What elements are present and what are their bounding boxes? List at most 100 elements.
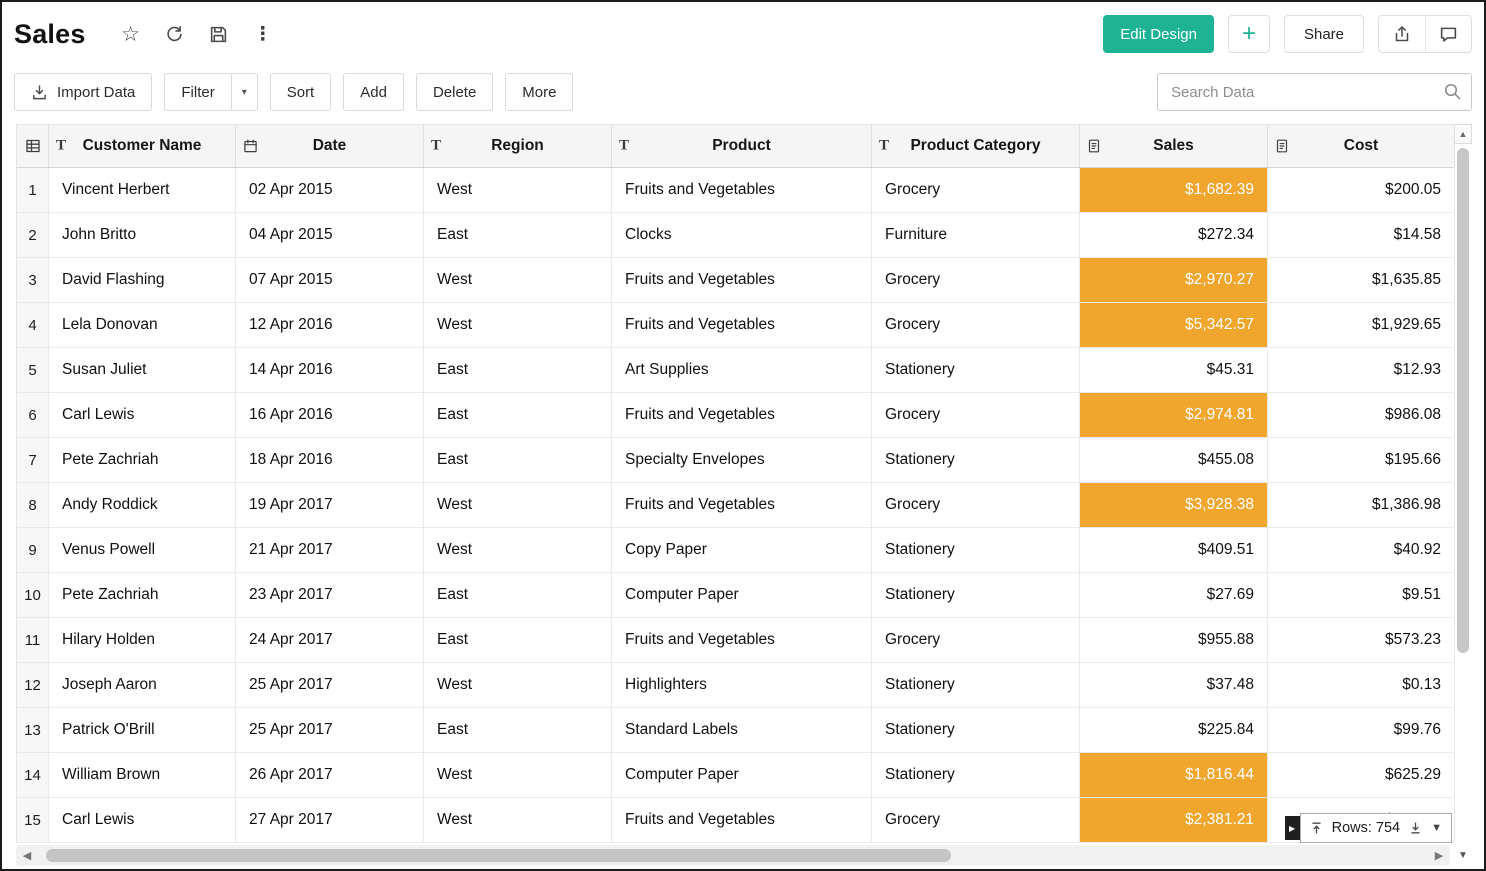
scroll-right-arrow[interactable]: ▶: [1428, 849, 1450, 862]
filter-button[interactable]: Filter: [164, 73, 231, 111]
cell-product-category[interactable]: Furniture: [872, 213, 1080, 257]
cell-cost[interactable]: $625.29: [1268, 753, 1455, 797]
cell-sales[interactable]: $5,342.57: [1080, 303, 1268, 347]
cell-region[interactable]: West: [424, 303, 612, 347]
cell-customer-name[interactable]: Vincent Herbert: [49, 168, 236, 212]
cell-sales[interactable]: $1,816.44: [1080, 753, 1268, 797]
cell-customer-name[interactable]: Andy Roddick: [49, 483, 236, 527]
vertical-scroll-thumb[interactable]: [1457, 148, 1469, 653]
favorite-star-icon[interactable]: ☆: [120, 23, 142, 45]
cell-customer-name[interactable]: David Flashing: [49, 258, 236, 302]
cell-date[interactable]: 21 Apr 2017: [236, 528, 424, 572]
cell-customer-name[interactable]: Susan Juliet: [49, 348, 236, 392]
row-number-cell[interactable]: 9: [17, 528, 49, 572]
cell-cost[interactable]: $40.92: [1268, 528, 1455, 572]
search-icon[interactable]: [1443, 82, 1462, 106]
cell-product[interactable]: Standard Labels: [612, 708, 872, 752]
row-number-cell[interactable]: 8: [17, 483, 49, 527]
cell-date[interactable]: 12 Apr 2016: [236, 303, 424, 347]
go-to-last-row-icon[interactable]: [1409, 821, 1422, 835]
cell-product[interactable]: Art Supplies: [612, 348, 872, 392]
cell-customer-name[interactable]: Lela Donovan: [49, 303, 236, 347]
cell-sales[interactable]: $37.48: [1080, 663, 1268, 707]
row-number-cell[interactable]: 1: [17, 168, 49, 212]
column-header-cost[interactable]: Cost: [1268, 125, 1455, 167]
cell-region[interactable]: East: [424, 393, 612, 437]
cell-date[interactable]: 25 Apr 2017: [236, 663, 424, 707]
cell-product-category[interactable]: Stationery: [872, 528, 1080, 572]
cell-product-category[interactable]: Grocery: [872, 798, 1080, 842]
rows-dropdown-chevron-icon[interactable]: ▼: [1431, 822, 1442, 834]
cell-sales[interactable]: $3,928.38: [1080, 483, 1268, 527]
cell-region[interactable]: West: [424, 798, 612, 842]
cell-sales[interactable]: $1,682.39: [1080, 168, 1268, 212]
cell-region[interactable]: West: [424, 168, 612, 212]
row-number-header[interactable]: [17, 125, 49, 167]
cell-product[interactable]: Fruits and Vegetables: [612, 168, 872, 212]
table-row[interactable]: 5Susan Juliet14 Apr 2016EastArt Supplies…: [17, 348, 1454, 393]
row-number-cell[interactable]: 5: [17, 348, 49, 392]
column-header-customer-name[interactable]: T Customer Name: [49, 125, 236, 167]
table-row[interactable]: 12Joseph Aaron25 Apr 2017WestHighlighter…: [17, 663, 1454, 708]
cell-product-category[interactable]: Grocery: [872, 618, 1080, 662]
add-new-button[interactable]: +: [1228, 15, 1270, 53]
cell-customer-name[interactable]: Hilary Holden: [49, 618, 236, 662]
cell-customer-name[interactable]: Pete Zachriah: [49, 438, 236, 482]
table-row[interactable]: 3David Flashing07 Apr 2015WestFruits and…: [17, 258, 1454, 303]
cell-region[interactable]: West: [424, 528, 612, 572]
cell-product[interactable]: Computer Paper: [612, 753, 872, 797]
search-input[interactable]: [1157, 73, 1472, 111]
cell-sales[interactable]: $2,381.21: [1080, 798, 1268, 842]
horizontal-scroll-thumb[interactable]: [46, 849, 951, 862]
table-row[interactable]: 7Pete Zachriah18 Apr 2016EastSpecialty E…: [17, 438, 1454, 483]
cell-region[interactable]: East: [424, 618, 612, 662]
cell-sales[interactable]: $455.08: [1080, 438, 1268, 482]
cell-product-category[interactable]: Stationery: [872, 348, 1080, 392]
cell-sales[interactable]: $2,974.81: [1080, 393, 1268, 437]
scroll-left-arrow[interactable]: ◀: [16, 849, 38, 862]
scroll-down-arrow[interactable]: ▼: [1454, 845, 1472, 866]
cell-product[interactable]: Computer Paper: [612, 573, 872, 617]
cell-product-category[interactable]: Stationery: [872, 708, 1080, 752]
cell-sales[interactable]: $955.88: [1080, 618, 1268, 662]
cell-sales[interactable]: $225.84: [1080, 708, 1268, 752]
cell-date[interactable]: 25 Apr 2017: [236, 708, 424, 752]
vertical-scrollbar[interactable]: ▲: [1454, 124, 1472, 843]
cell-sales[interactable]: $272.34: [1080, 213, 1268, 257]
add-button[interactable]: Add: [343, 73, 404, 111]
cell-date[interactable]: 24 Apr 2017: [236, 618, 424, 662]
table-row[interactable]: 10Pete Zachriah23 Apr 2017EastComputer P…: [17, 573, 1454, 618]
cell-region[interactable]: East: [424, 348, 612, 392]
row-number-cell[interactable]: 7: [17, 438, 49, 482]
cell-customer-name[interactable]: Carl Lewis: [49, 393, 236, 437]
cell-cost[interactable]: $14.58: [1268, 213, 1455, 257]
table-row[interactable]: 4Lela Donovan12 Apr 2016WestFruits and V…: [17, 303, 1454, 348]
cell-cost[interactable]: $99.76: [1268, 708, 1455, 752]
table-row[interactable]: 1Vincent Herbert02 Apr 2015WestFruits an…: [17, 168, 1454, 213]
cell-product-category[interactable]: Stationery: [872, 663, 1080, 707]
cell-cost[interactable]: $1,635.85: [1268, 258, 1455, 302]
cell-product-category[interactable]: Grocery: [872, 258, 1080, 302]
cell-region[interactable]: West: [424, 663, 612, 707]
table-row[interactable]: 8Andy Roddick19 Apr 2017WestFruits and V…: [17, 483, 1454, 528]
cell-cost[interactable]: $1,386.98: [1268, 483, 1455, 527]
collapse-navigator-tab[interactable]: ▶: [1285, 816, 1300, 840]
filter-dropdown-arrow[interactable]: ▾: [232, 73, 258, 111]
table-row[interactable]: 11Hilary Holden24 Apr 2017EastFruits and…: [17, 618, 1454, 663]
cell-product[interactable]: Fruits and Vegetables: [612, 798, 872, 842]
cell-customer-name[interactable]: Joseph Aaron: [49, 663, 236, 707]
cell-product[interactable]: Highlighters: [612, 663, 872, 707]
import-data-button[interactable]: Import Data: [14, 73, 152, 111]
cell-product[interactable]: Fruits and Vegetables: [612, 393, 872, 437]
row-number-cell[interactable]: 6: [17, 393, 49, 437]
cell-product[interactable]: Specialty Envelopes: [612, 438, 872, 482]
go-to-first-row-icon[interactable]: [1310, 821, 1323, 835]
cell-region[interactable]: West: [424, 753, 612, 797]
cell-region[interactable]: East: [424, 573, 612, 617]
cell-product[interactable]: Copy Paper: [612, 528, 872, 572]
cell-date[interactable]: 26 Apr 2017: [236, 753, 424, 797]
cell-customer-name[interactable]: John Britto: [49, 213, 236, 257]
column-header-product-category[interactable]: T Product Category: [872, 125, 1080, 167]
horizontal-scrollbar[interactable]: ◀ ▶: [16, 845, 1450, 866]
cell-date[interactable]: 07 Apr 2015: [236, 258, 424, 302]
